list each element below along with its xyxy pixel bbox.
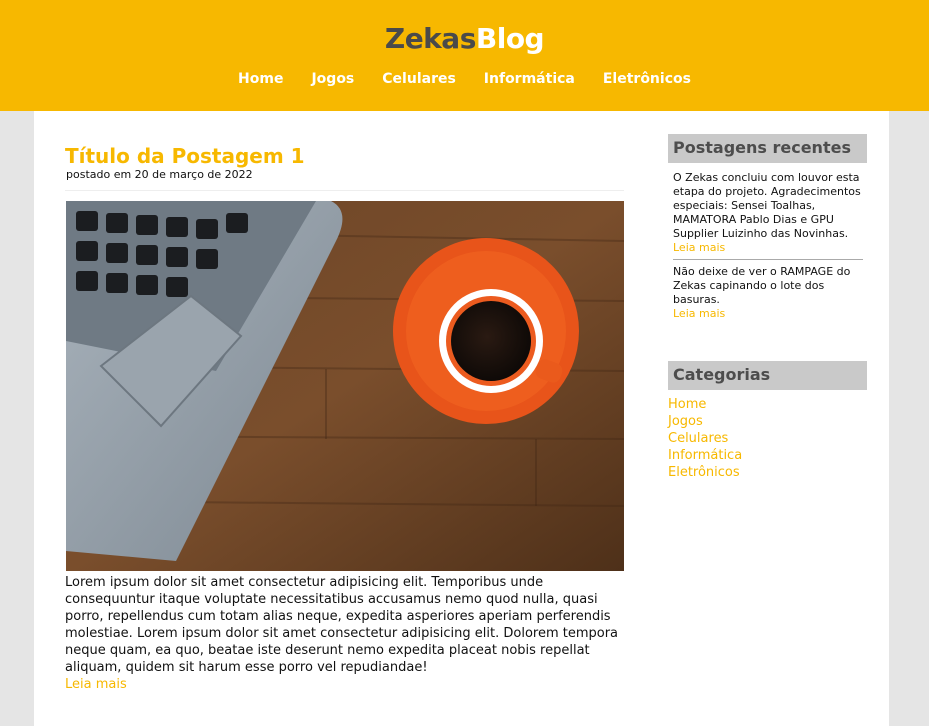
site-header: ZekasBlog Home Jogos Celulares Informáti…	[0, 0, 929, 111]
nav-home[interactable]: Home	[238, 71, 283, 87]
main-nav: Home Jogos Celulares Informática Eletrôn…	[0, 71, 929, 87]
post-body: Lorem ipsum dolor sit amet consectetur a…	[65, 575, 619, 675]
logo-part-zekas: Zekas	[384, 22, 476, 55]
category-home[interactable]: Home	[668, 396, 867, 413]
logo-part-blog: Blog	[475, 22, 545, 55]
site-logo[interactable]: ZekasBlog	[0, 22, 929, 55]
recent-post-text: O Zekas concluiu com louvor esta etapa d…	[673, 171, 861, 240]
recent-post-text: Não deixe de ver o RAMPAGE do Zekas capi…	[673, 265, 851, 306]
recent-post-item: Não deixe de ver o RAMPAGE do Zekas capi…	[673, 259, 863, 325]
sidebar: Postagens recentes O Zekas concluiu com …	[668, 134, 867, 481]
recent-post-read-more-link[interactable]: Leia mais	[673, 307, 725, 320]
post-read-more-link[interactable]: Leia mais	[65, 677, 127, 692]
category-eletronicos[interactable]: Eletrônicos	[668, 464, 867, 481]
nav-celulares[interactable]: Celulares	[382, 71, 456, 87]
category-celulares[interactable]: Celulares	[668, 430, 867, 447]
content-area: Título da Postagem 1 postado em 20 de ma…	[34, 111, 889, 726]
post-image	[66, 201, 624, 571]
divider	[65, 190, 624, 191]
nav-informatica[interactable]: Informática	[484, 71, 575, 87]
nav-jogos[interactable]: Jogos	[311, 71, 354, 87]
categories-list: Home Jogos Celulares Informática Eletrôn…	[668, 390, 867, 481]
recent-posts-heading: Postagens recentes	[668, 134, 867, 163]
recent-posts-list: O Zekas concluiu com louvor esta etapa d…	[668, 163, 867, 325]
recent-post-read-more-link[interactable]: Leia mais	[673, 241, 725, 254]
category-jogos[interactable]: Jogos	[668, 413, 867, 430]
post-title[interactable]: Título da Postagem 1	[65, 144, 305, 168]
category-informatica[interactable]: Informática	[668, 447, 867, 464]
post-date: postado em 20 de março de 2022	[66, 168, 253, 181]
nav-eletronicos[interactable]: Eletrônicos	[603, 71, 691, 87]
recent-post-item: O Zekas concluiu com louvor esta etapa d…	[673, 171, 863, 259]
categories-heading: Categorias	[668, 361, 867, 390]
